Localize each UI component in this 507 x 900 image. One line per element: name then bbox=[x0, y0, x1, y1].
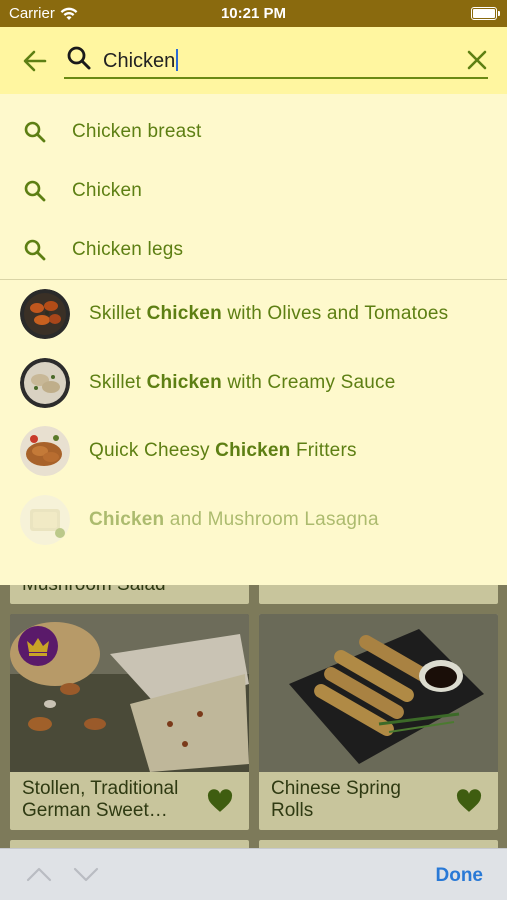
recipe-result-item[interactable]: Skillet Chicken with Creamy Sauce bbox=[0, 349, 507, 417]
title-prefix: Skillet bbox=[89, 372, 147, 393]
title-match: Chicken bbox=[215, 440, 291, 461]
recipe-result-title: Skillet Chicken with Olives and Tomatoes bbox=[89, 303, 448, 325]
title-prefix: Quick Cheesy bbox=[89, 440, 216, 461]
title-suffix: Fritters bbox=[290, 440, 357, 461]
recipe-thumbnail bbox=[20, 289, 70, 339]
suggestion-item[interactable]: Chicken breast bbox=[0, 102, 507, 161]
search-input[interactable]: Chicken bbox=[64, 41, 488, 79]
arrow-left-icon[interactable] bbox=[21, 47, 49, 75]
premium-badge bbox=[18, 626, 58, 666]
crown-icon bbox=[27, 638, 49, 656]
search-icon bbox=[24, 180, 46, 201]
title-suffix: with Olives and Tomatoes bbox=[221, 303, 449, 324]
battery-cap bbox=[498, 11, 500, 16]
heart-icon[interactable] bbox=[456, 789, 482, 813]
title-match: Chicken bbox=[89, 509, 165, 530]
recipe-thumbnail bbox=[20, 495, 70, 545]
recipe-result-item[interactable]: Quick Cheesy Chicken Fritters bbox=[0, 417, 507, 485]
chevron-up-icon[interactable] bbox=[26, 865, 52, 883]
text-caret bbox=[176, 49, 179, 71]
done-button[interactable]: Done bbox=[436, 865, 484, 887]
search-icon bbox=[67, 46, 91, 70]
recipe-result-title: Skillet Chicken with Creamy Sauce bbox=[89, 372, 396, 394]
keyboard-toolbar: Done bbox=[0, 848, 507, 900]
clock: 10:21 PM bbox=[220, 5, 287, 22]
suggestion-label: Chicken breast bbox=[72, 120, 202, 142]
search-icon bbox=[24, 121, 46, 142]
heart-icon[interactable] bbox=[207, 789, 233, 813]
card-title: Chinese Spring Rolls bbox=[271, 778, 401, 821]
close-icon[interactable] bbox=[466, 49, 488, 71]
recipe-result-item[interactable]: Skillet Chicken with Olives and Tomatoes bbox=[0, 280, 507, 348]
recipe-thumbnail bbox=[20, 358, 70, 408]
search-icon bbox=[24, 239, 46, 260]
battery-icon bbox=[471, 7, 497, 20]
status-bar: Carrier 10:21 PM bbox=[0, 0, 507, 27]
title-match: Chicken bbox=[146, 303, 222, 324]
title-prefix: Skillet bbox=[89, 303, 147, 324]
search-header: Chicken bbox=[0, 27, 507, 94]
suggestion-item[interactable]: Chicken bbox=[0, 161, 507, 220]
recipe-card-spring-rolls[interactable]: Chinese Spring Rolls bbox=[259, 614, 498, 830]
chevron-down-icon[interactable] bbox=[73, 865, 99, 883]
title-suffix: and Mushroom Lasagna bbox=[164, 509, 379, 530]
recipe-thumbnail bbox=[20, 426, 70, 476]
card-title: Stollen, Traditional German Sweet… bbox=[22, 778, 179, 821]
recipe-result-item[interactable]: Chicken and Mushroom Lasagna bbox=[0, 486, 507, 554]
title-match: Chicken bbox=[146, 372, 222, 393]
suggestion-item[interactable]: Chicken legs bbox=[0, 220, 507, 279]
suggestion-label: Chicken legs bbox=[72, 238, 184, 260]
search-suggestions-panel: Chicken breast Chicken Chicken legs Skil… bbox=[0, 94, 507, 585]
search-query-text: Chicken bbox=[103, 50, 176, 72]
recipe-result-title: Chicken and Mushroom Lasagna bbox=[89, 509, 379, 531]
recipe-result-title: Quick Cheesy Chicken Fritters bbox=[89, 440, 357, 462]
search-query: Chicken bbox=[103, 49, 179, 73]
suggestion-label: Chicken bbox=[72, 179, 143, 201]
recipe-photo bbox=[259, 614, 498, 772]
title-suffix: with Creamy Sauce bbox=[221, 372, 396, 393]
recipe-card-stollen[interactable]: Stollen, Traditional German Sweet… bbox=[10, 614, 249, 830]
